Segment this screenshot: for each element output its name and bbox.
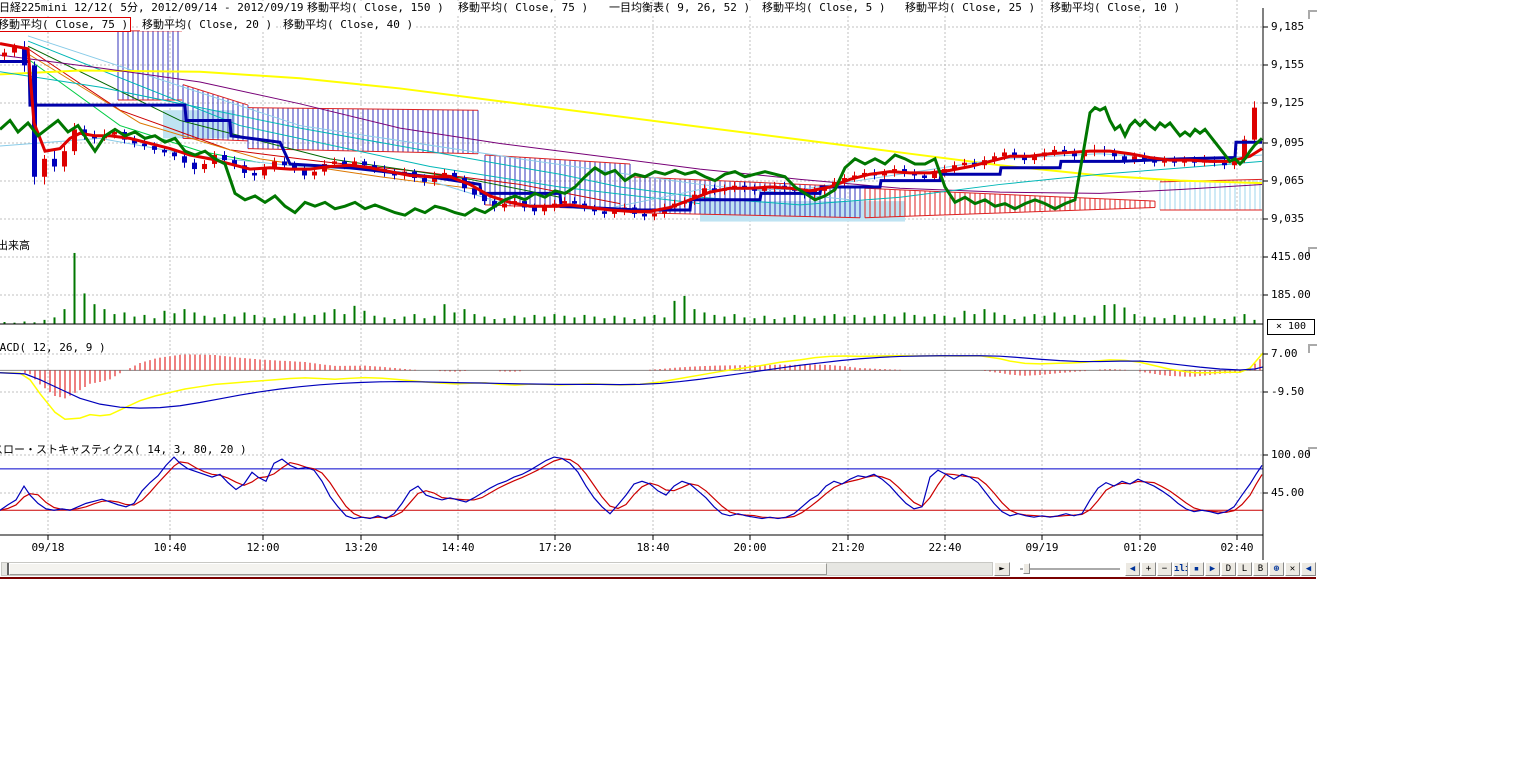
legend-item-3[interactable]: 一目均衡表( 9, 26, 52 )	[607, 1, 752, 14]
volume-display-button[interactable]: ılı	[1173, 562, 1188, 576]
time-axis-label: 18:40	[631, 541, 675, 554]
volume-axis-label: 185.00	[1271, 289, 1311, 301]
scrollbar-left-nub[interactable]	[7, 563, 9, 575]
time-axis-label: 12:00	[241, 541, 285, 554]
price-axis-label: 9,155	[1271, 59, 1304, 71]
line-mode-button[interactable]: L	[1237, 562, 1252, 576]
go-start-button[interactable]: ◀	[1125, 562, 1140, 576]
legend-item-r2-0[interactable]: 移動平均( Close, 75 )	[0, 18, 130, 31]
price-axis-label: 9,065	[1271, 175, 1304, 187]
volume-multiplier-badge: × 100	[1267, 319, 1315, 335]
legend-item-6[interactable]: 移動平均( Close, 10 )	[1048, 1, 1182, 14]
magnifier-button[interactable]: ⊕	[1269, 562, 1284, 576]
time-axis-label: 09/18	[26, 541, 70, 554]
time-axis-label: 20:00	[728, 541, 772, 554]
legend-item-0[interactable]: 日経225mini 12/12( 5分, 2012/09/14 - 2012/0…	[0, 1, 319, 14]
chart-window: 出来高 MACD( 12, 26, 9 ) スロー・ストキャスティクス( 14,…	[0, 0, 1520, 772]
time-axis-label: 14:40	[436, 541, 480, 554]
horizontal-scrollbar[interactable]	[1, 562, 993, 576]
volume-axis-label: 415.00	[1271, 251, 1311, 263]
legend-item-1[interactable]: 移動平均( Close, 150 )	[305, 1, 446, 14]
zoom-in-button[interactable]: +	[1141, 562, 1156, 576]
stochastics-panel-title: スロー・ストキャスティクス( 14, 3, 80, 20 )	[0, 443, 247, 456]
volume-panel-title: 出来高	[0, 239, 30, 252]
price-axis-label: 9,095	[1271, 137, 1304, 149]
chart-svg[interactable]	[0, 0, 1316, 580]
macd-axis-label: 7.00	[1271, 348, 1298, 360]
play-button[interactable]: ▶	[1205, 562, 1220, 576]
legend-item-4[interactable]: 移動平均( Close, 5 )	[760, 1, 887, 14]
macd-panel-title: MACD( 12, 26, 9 )	[0, 341, 106, 354]
zoom-out-button[interactable]: −	[1157, 562, 1172, 576]
time-axis-label: 17:20	[533, 541, 577, 554]
legend-item-5[interactable]: 移動平均( Close, 25 )	[903, 1, 1037, 14]
zoom-slider-track[interactable]	[1020, 568, 1120, 570]
price-axis-label: 9,185	[1271, 21, 1304, 33]
legend-item-2[interactable]: 移動平均( Close, 75 )	[456, 1, 590, 14]
close-overlay-button[interactable]: ✕	[1285, 562, 1300, 576]
time-axis-label: 02:40	[1215, 541, 1259, 554]
panel-grip-main[interactable]	[1308, 10, 1317, 19]
time-axis-label: 21:20	[826, 541, 870, 554]
macd-axis-label: -9.50	[1271, 386, 1304, 398]
zoom-slider-handle[interactable]	[1023, 563, 1030, 574]
time-axis-label: 22:40	[923, 541, 967, 554]
time-axis-label: 10:40	[148, 541, 192, 554]
price-axis-label: 9,035	[1271, 213, 1304, 225]
time-axis-label: 13:20	[339, 541, 383, 554]
bar-mode-button[interactable]: B	[1253, 562, 1268, 576]
scroll-right-button[interactable]: ►	[994, 562, 1010, 576]
price-axis-label: 9,125	[1271, 97, 1304, 109]
panel-grip-macd[interactable]	[1308, 344, 1317, 353]
legend-item-r2-1[interactable]: 移動平均( Close, 20 )	[140, 18, 274, 31]
stochastics-axis-label: 100.00	[1271, 449, 1311, 461]
clipped-button[interactable]: ◀	[1301, 562, 1316, 576]
marker-button[interactable]: ▪	[1189, 562, 1204, 576]
time-axis-label: 09/19	[1020, 541, 1064, 554]
stochastics-axis-label: 45.00	[1271, 487, 1304, 499]
scrollbar-thumb[interactable]	[9, 563, 827, 575]
day-mode-button[interactable]: D	[1221, 562, 1236, 576]
time-axis-label: 01:20	[1118, 541, 1162, 554]
legend-item-r2-2[interactable]: 移動平均( Close, 40 )	[281, 18, 415, 31]
bottom-divider	[0, 577, 1316, 579]
